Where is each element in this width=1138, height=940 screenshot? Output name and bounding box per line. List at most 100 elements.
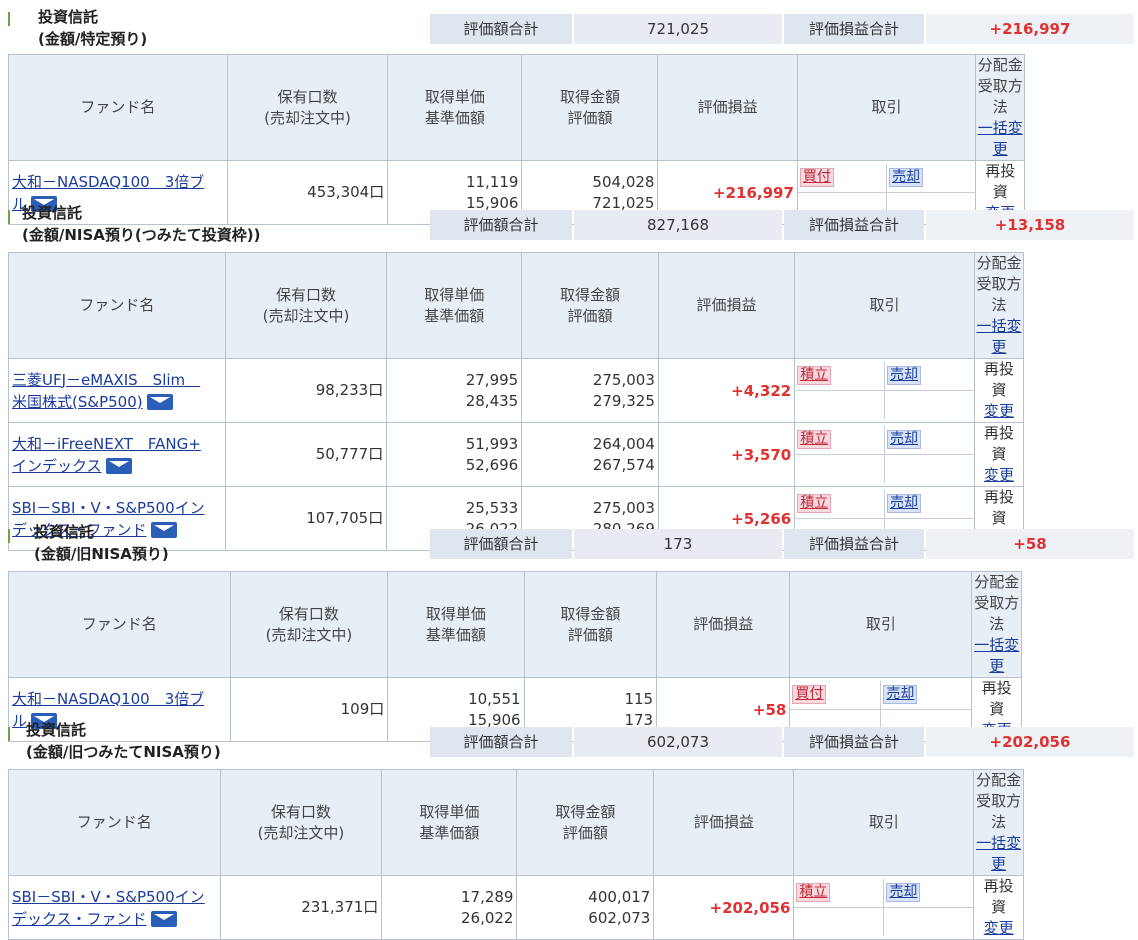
col-trade: 取引 <box>793 769 975 876</box>
buy-button[interactable]: 買付 <box>792 685 827 704</box>
quantity-cell: 98,233口 <box>224 358 388 423</box>
holdings-table: ファンド名 保有口数 (売却注文中) 取得単価 基準価額 取得金額 評価額 評価損益 取引 分配金… <box>8 252 1138 551</box>
col-quantity: 保有口数 (売却注文中) <box>224 252 388 359</box>
col-qty-sub: (売却注文中) <box>265 625 353 644</box>
unit-price-cell: 17,289 26,022 <box>381 875 518 940</box>
change-link[interactable]: 変更 <box>984 402 1014 420</box>
col-amt-sub: 評価額 <box>562 823 608 842</box>
change-link[interactable]: 変更 <box>984 919 1014 937</box>
total-label: 評価額合計 <box>430 727 572 757</box>
buy-button[interactable]: 積立 <box>797 494 832 513</box>
col-amount: 取得金額 評価額 <box>521 252 659 359</box>
holding-section: 投資信託 (金額/特定預り) 評価額合計 721,025 評価損益合計 +216,997 フ… <box>0 4 1138 225</box>
col-amount: 取得金額 評価額 <box>516 769 655 876</box>
bulk-change-link[interactable]: 一括変更 <box>974 636 1019 675</box>
fund-name-link[interactable]: 三菱UFJ－eMAXIS Slim <box>12 371 200 389</box>
col-pl-label: 評価損益 <box>693 813 754 831</box>
mail-icon[interactable] <box>146 394 173 410</box>
col-fund-name: ファンド名 <box>8 571 231 678</box>
col-unit-sub: 基準価額 <box>424 306 485 325</box>
sell-button[interactable]: 売却 <box>887 366 922 385</box>
pl-total-label: 評価損益合計 <box>784 210 924 240</box>
fund-name-link[interactable]: SBI－SBI・V・S&P500イン <box>12 499 205 517</box>
cost-unit: 25,533 <box>465 498 519 517</box>
col-pl: 評価損益 <box>657 54 798 161</box>
fund-name-link[interactable]: 大和－iFreeNEXT FANG+ <box>12 435 201 453</box>
col-pl-label: 評価損益 <box>697 98 758 116</box>
col-fund-name: ファンド名 <box>8 54 228 161</box>
col-qty-label: 保有口数 <box>277 87 338 106</box>
section-title: 投資信託 <box>22 204 83 222</box>
holding-section: 投資信託 (金額/旧つみたてNISA預り) 評価額合計 602,073 評価損益合計 +2… <box>0 719 1138 940</box>
col-trade-label: 取引 <box>865 615 896 633</box>
fund-name-link[interactable]: 大和－NASDAQ100 3倍ブ <box>12 690 204 708</box>
header-row: ファンド名 保有口数 (売却注文中) 取得単価 基準価額 取得金額 評価額 評価損益 取引 分配金… <box>8 571 1138 678</box>
header-row: ファンド名 保有口数 (売却注文中) 取得単価 基準価額 取得金額 評価額 評価損益 取引 分配金… <box>8 252 1138 359</box>
col-unit-sub: 基準価額 <box>425 625 486 644</box>
distribution-method: 再投資 <box>985 162 1016 201</box>
buy-button[interactable]: 積立 <box>797 430 832 449</box>
sell-button[interactable]: 売却 <box>887 494 922 513</box>
fund-name-link-cont[interactable]: インデックス <box>12 457 102 475</box>
profit-loss-cell: +202,056 <box>653 875 795 940</box>
col-unit-label: 取得単価 <box>419 802 480 821</box>
unit-price-cell: 51,993 52,696 <box>386 422 523 487</box>
buy-button[interactable]: 積立 <box>796 883 831 902</box>
sell-button[interactable]: 売却 <box>883 685 918 704</box>
mail-icon[interactable] <box>105 458 132 474</box>
cost-unit: 10,551 <box>468 689 521 708</box>
quantity-cell: 50,777口 <box>224 422 388 487</box>
col-dist-sub: 受取方法 <box>976 275 1022 314</box>
mail-icon[interactable] <box>150 911 177 927</box>
col-dist-sub: 受取方法 <box>976 792 1022 831</box>
col-amount: 取得金額 評価額 <box>523 571 658 678</box>
sell-button[interactable]: 売却 <box>889 168 924 187</box>
change-link[interactable]: 変更 <box>984 466 1014 484</box>
section-subtitle: (金額/旧つみたてNISA預り) <box>26 743 221 761</box>
col-qty-label: 保有口数 <box>276 285 337 304</box>
holdings-table: ファンド名 保有口数 (売却注文中) 取得単価 基準価額 取得金額 評価額 評価損益 取引 分配金… <box>8 769 1138 940</box>
sell-button[interactable]: 売却 <box>887 430 922 449</box>
col-pl-label: 評価損益 <box>696 296 757 314</box>
table-row: 大和－iFreeNEXT FANG+ インデックス 50,777口 51,993 52,… <box>8 422 1138 487</box>
fund-name-cell: 大和－iFreeNEXT FANG+ インデックス <box>8 422 226 487</box>
col-pl: 評価損益 <box>657 252 796 359</box>
fund-name-link[interactable]: SBI－SBI・V・S&P500イン <box>12 888 205 906</box>
col-distribution: 分配金 受取方法 一括変更 <box>973 769 1024 876</box>
col-pl: 評価損益 <box>656 571 791 678</box>
col-unit: 取得単価 基準価額 <box>381 769 518 876</box>
fund-name-link[interactable]: 大和－NASDAQ100 3倍ブ <box>12 173 204 191</box>
col-pl-label: 評価損益 <box>693 615 754 633</box>
section-marker <box>8 529 10 543</box>
distribution-method: 再投資 <box>981 679 1012 718</box>
unit-price-cell: 27,995 28,435 <box>386 358 523 423</box>
sell-button[interactable]: 売却 <box>886 883 921 902</box>
col-fund-name: ファンド名 <box>8 769 221 876</box>
col-fund-label: ファンド名 <box>80 98 156 116</box>
section-subtitle: (金額/旧NISA預り) <box>34 545 169 563</box>
col-qty-sub: (売却注文中) <box>264 108 351 127</box>
col-pl: 評価損益 <box>653 769 795 876</box>
col-fund-name: ファンド名 <box>8 252 226 359</box>
buy-button[interactable]: 積立 <box>797 366 832 385</box>
table-row: 三菱UFJ－eMAXIS Slim 米国株式(S&P500) 98,233口 27,… <box>8 358 1138 423</box>
col-trade-label: 取引 <box>868 813 899 831</box>
bulk-change-link[interactable]: 一括変更 <box>976 317 1021 356</box>
col-qty-label: 保有口数 <box>278 604 339 623</box>
col-amt-sub: 評価額 <box>567 306 613 325</box>
col-dist-sub: 受取方法 <box>974 594 1020 633</box>
bulk-change-link[interactable]: 一括変更 <box>976 834 1021 873</box>
section-subtitle: (金額/NISA預り(つみたて投資枠)) <box>22 226 261 244</box>
col-amt-label: 取得金額 <box>559 87 620 106</box>
pl-total-value: +202,056 <box>926 727 1134 757</box>
buy-button[interactable]: 買付 <box>799 168 834 187</box>
fund-name-link-cont[interactable]: 米国株式(S&P500) <box>12 393 143 411</box>
fund-name-link-cont[interactable]: デックス・ファンド <box>12 910 147 928</box>
col-fund-label: ファンド名 <box>76 813 152 831</box>
section-summary: 評価額合計 721,025 評価損益合計 +216,997 <box>430 14 1134 44</box>
table-row: SBI－SBI・V・S&P500イン デックス・ファンド 231,371口 17,28… <box>8 875 1138 940</box>
bulk-change-link[interactable]: 一括変更 <box>978 119 1023 158</box>
section-summary: 評価額合計 602,073 評価損益合計 +202,056 <box>430 727 1134 757</box>
fund-name-cell: SBI－SBI・V・S&P500イン デックス・ファンド <box>8 875 221 940</box>
distribution-method: 再投資 <box>983 424 1014 463</box>
